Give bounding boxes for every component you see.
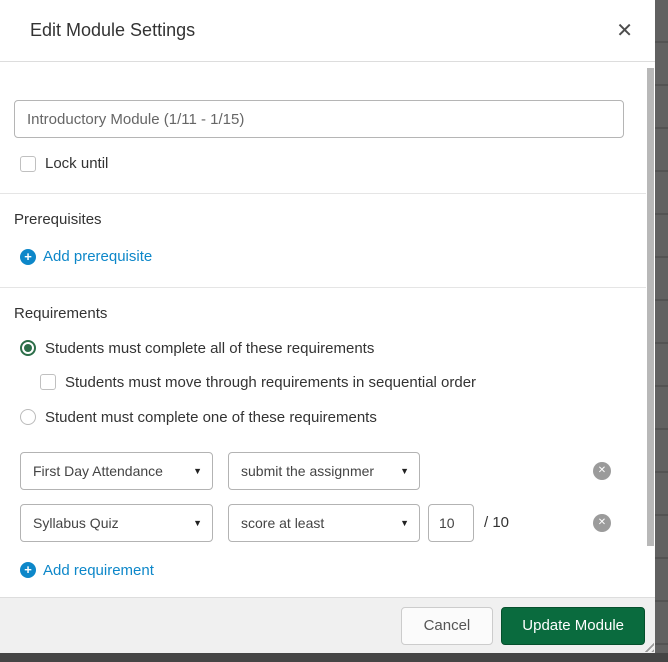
complete-all-radio[interactable] bbox=[20, 340, 36, 356]
add-requirement-label: Add requirement bbox=[43, 561, 154, 579]
scrollbar-thumb[interactable] bbox=[647, 68, 654, 546]
chevron-down-icon: ▼ bbox=[400, 517, 409, 528]
requirement-item-select[interactable]: First Day Attendance ▼ bbox=[20, 451, 213, 490]
requirements-heading: Requirements bbox=[14, 304, 108, 322]
delete-requirement-icon[interactable]: ✕ bbox=[593, 461, 611, 480]
cancel-button[interactable]: Cancel bbox=[400, 606, 494, 645]
requirement-item-value: Syllabus Quiz bbox=[33, 514, 119, 531]
sequential-order-checkbox[interactable] bbox=[40, 374, 56, 390]
dimmed-page-background bbox=[655, 0, 668, 662]
section-divider bbox=[0, 286, 655, 288]
lock-until-label: Lock until bbox=[45, 155, 109, 172]
dialog-footer: Cancel Update Module bbox=[0, 597, 655, 653]
add-prerequisite-label: Add prerequisite bbox=[43, 248, 153, 265]
minimum-score-input[interactable] bbox=[428, 503, 474, 542]
requirement-condition-select[interactable]: submit the assignmer ▼ bbox=[228, 451, 420, 490]
complete-all-label: Students must complete all of these requ… bbox=[45, 339, 375, 357]
chevron-down-icon: ▼ bbox=[193, 465, 202, 476]
close-icon[interactable]: ✕ bbox=[612, 17, 637, 45]
lock-until-checkbox[interactable] bbox=[20, 155, 36, 172]
dialog-title: Edit Module Settings bbox=[30, 20, 196, 40]
sequential-order-label: Students must move through requirements … bbox=[65, 373, 477, 391]
requirement-condition-select[interactable]: score at least ▼ bbox=[228, 503, 420, 542]
complete-one-radio[interactable] bbox=[20, 409, 36, 425]
update-module-button[interactable]: Update Module bbox=[501, 606, 645, 645]
delete-requirement-icon[interactable]: ✕ bbox=[593, 513, 611, 532]
module-name-input[interactable] bbox=[14, 100, 624, 138]
score-total-label: / 10 bbox=[484, 514, 510, 531]
plus-circle-icon: + bbox=[20, 562, 36, 578]
requirements-one-row: Student must complete one of these requi… bbox=[20, 409, 625, 426]
requirement-row: Syllabus Quiz ▼ score at least ▼ / 10 ✕ bbox=[20, 503, 625, 542]
dialog-body: Lock until Prerequisites + Add prerequis… bbox=[0, 62, 655, 597]
dialog-header: Edit Module Settings ✕ bbox=[0, 0, 655, 62]
dimmed-page-background bbox=[0, 653, 668, 662]
chevron-down-icon: ▼ bbox=[193, 517, 202, 528]
scrollbar-track[interactable] bbox=[646, 63, 655, 597]
section-divider bbox=[0, 193, 655, 194]
sequential-order-row: Students must move through requirements … bbox=[40, 374, 625, 391]
requirement-item-select[interactable]: Syllabus Quiz ▼ bbox=[20, 503, 213, 542]
chevron-down-icon: ▼ bbox=[400, 465, 409, 476]
add-requirement-link[interactable]: + Add requirement bbox=[20, 562, 154, 579]
requirement-item-value: First Day Attendance bbox=[33, 462, 163, 479]
add-prerequisite-link[interactable]: + Add prerequisite bbox=[20, 248, 152, 265]
requirement-condition-value: score at least bbox=[241, 514, 325, 531]
plus-circle-icon: + bbox=[20, 248, 36, 265]
requirements-all-row: Students must complete all of these requ… bbox=[20, 340, 625, 357]
lock-until-row: Lock until bbox=[20, 155, 625, 172]
requirement-row: First Day Attendance ▼ submit the assign… bbox=[20, 451, 625, 490]
complete-one-label: Student must complete one of these requi… bbox=[45, 408, 377, 426]
prerequisites-heading: Prerequisites bbox=[14, 211, 102, 228]
requirement-condition-value: submit the assignmer bbox=[241, 462, 375, 479]
edit-module-settings-dialog: Edit Module Settings ✕ Lock until Prereq… bbox=[0, 0, 655, 653]
